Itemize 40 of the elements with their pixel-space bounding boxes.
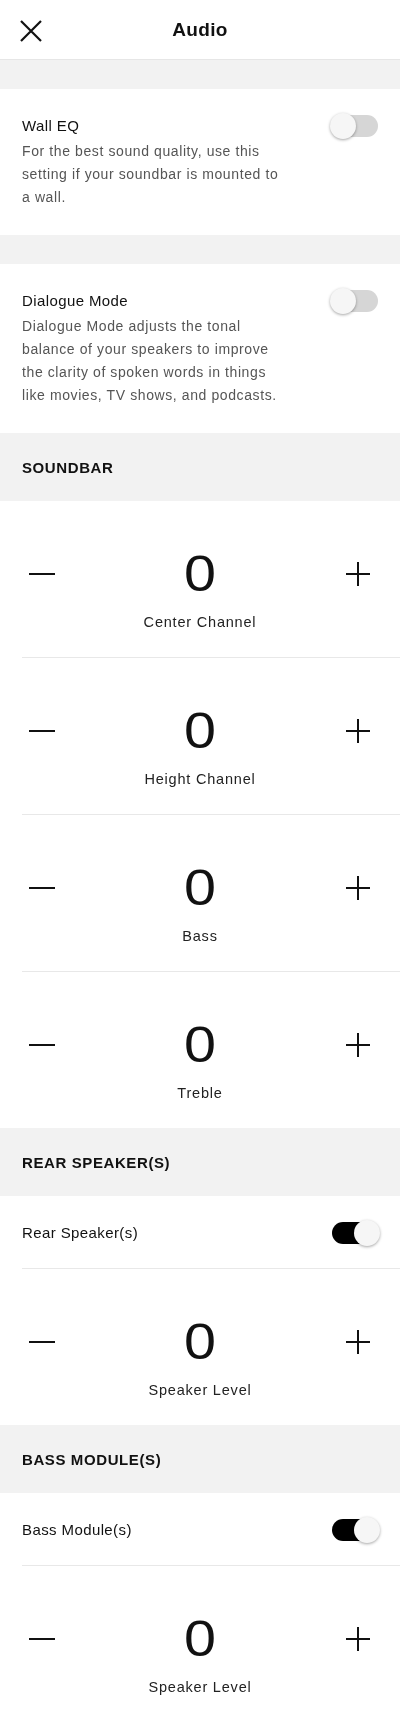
plus-icon	[344, 1328, 372, 1356]
close-icon	[18, 18, 44, 44]
section-header: BASS MODULE(S)	[0, 1425, 400, 1493]
stepper-value: 0	[184, 703, 216, 759]
minus-icon	[29, 730, 55, 732]
stepper-value: 0	[184, 1314, 216, 1370]
plus-icon	[344, 560, 372, 588]
setting-label: Wall EQ	[22, 117, 81, 134]
stepper-value: 0	[184, 860, 216, 916]
page-title: Audio	[172, 18, 228, 41]
setting-label: Bass Module(s)	[22, 1521, 132, 1538]
setting-description: Dialogue Mode adjusts the tonal balance of your speakers to improve the clarity of spoken words in things like movies, TV shows, and podcasts.	[22, 317, 278, 405]
section-header: SOUNDBAR	[0, 433, 400, 501]
minus-icon	[29, 1044, 55, 1046]
plus-icon	[344, 1031, 372, 1059]
stepper-label: Center Channel	[143, 614, 257, 630]
toggle-switch[interactable]	[332, 1222, 378, 1244]
toggle-switch[interactable]	[332, 115, 378, 137]
setting-label: Dialogue Mode	[22, 292, 130, 309]
stepper-label: Treble	[177, 1085, 223, 1101]
setting-label: Rear Speaker(s)	[22, 1224, 139, 1241]
stepper-value: 0	[184, 546, 216, 602]
stepper-value: 0	[184, 1611, 216, 1667]
plus-icon	[344, 874, 372, 902]
stepper-value: 0	[184, 1017, 216, 1073]
close-button[interactable]	[18, 18, 44, 44]
minus-icon	[29, 1341, 55, 1343]
setting-description: For the best sound quality, use this setting if your soundbar is mounted to a wall.	[22, 142, 280, 207]
stepper-label: Speaker Level	[148, 1382, 252, 1398]
stepper-label: Bass	[182, 928, 218, 944]
section-header: REAR SPEAKER(S)	[0, 1128, 400, 1196]
minus-icon	[29, 1638, 55, 1640]
minus-icon	[29, 573, 55, 575]
toggle-switch[interactable]	[332, 290, 378, 312]
toggle-switch[interactable]	[332, 1519, 378, 1541]
stepper-label: Speaker Level	[148, 1679, 252, 1695]
minus-icon	[29, 887, 55, 889]
plus-icon	[344, 717, 372, 745]
stepper-label: Height Channel	[144, 771, 256, 787]
plus-icon	[344, 1625, 372, 1653]
